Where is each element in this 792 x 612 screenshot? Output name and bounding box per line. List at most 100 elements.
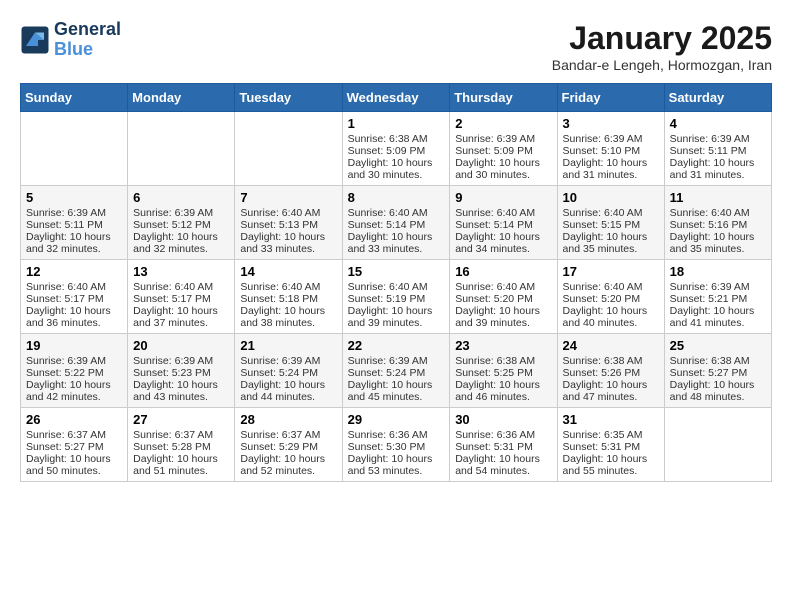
sunrise-text: Sunrise: 6:36 AM <box>455 429 551 441</box>
daylight-text: Daylight: 10 hours and 39 minutes. <box>455 305 551 329</box>
location-subtitle: Bandar-e Lengeh, Hormozgan, Iran <box>552 57 772 73</box>
sunset-text: Sunset: 5:23 PM <box>133 367 229 379</box>
day-number: 6 <box>133 190 229 205</box>
page-header: General Blue January 2025 Bandar-e Lenge… <box>20 20 772 73</box>
daylight-text: Daylight: 10 hours and 45 minutes. <box>348 379 445 403</box>
sunrise-text: Sunrise: 6:40 AM <box>133 281 229 293</box>
daylight-text: Daylight: 10 hours and 39 minutes. <box>348 305 445 329</box>
day-number: 15 <box>348 264 445 279</box>
sunset-text: Sunset: 5:09 PM <box>455 145 551 157</box>
sunrise-text: Sunrise: 6:40 AM <box>563 207 659 219</box>
daylight-text: Daylight: 10 hours and 32 minutes. <box>26 231 122 255</box>
sunrise-text: Sunrise: 6:40 AM <box>240 281 336 293</box>
day-number: 22 <box>348 338 445 353</box>
day-number: 5 <box>26 190 122 205</box>
calendar-cell: 23Sunrise: 6:38 AMSunset: 5:25 PMDayligh… <box>450 334 557 408</box>
sunrise-text: Sunrise: 6:39 AM <box>26 355 122 367</box>
sunrise-text: Sunrise: 6:39 AM <box>670 281 766 293</box>
sunset-text: Sunset: 5:21 PM <box>670 293 766 305</box>
sunset-text: Sunset: 5:22 PM <box>26 367 122 379</box>
calendar-week-3: 12Sunrise: 6:40 AMSunset: 5:17 PMDayligh… <box>21 260 772 334</box>
day-number: 20 <box>133 338 229 353</box>
logo: General Blue <box>20 20 121 60</box>
sunset-text: Sunset: 5:31 PM <box>563 441 659 453</box>
logo-line2: Blue <box>54 40 121 60</box>
daylight-text: Daylight: 10 hours and 54 minutes. <box>455 453 551 477</box>
sunrise-text: Sunrise: 6:38 AM <box>670 355 766 367</box>
day-number: 10 <box>563 190 659 205</box>
daylight-text: Daylight: 10 hours and 51 minutes. <box>133 453 229 477</box>
calendar-cell: 4Sunrise: 6:39 AMSunset: 5:11 PMDaylight… <box>664 112 771 186</box>
day-number: 17 <box>563 264 659 279</box>
sunset-text: Sunset: 5:20 PM <box>455 293 551 305</box>
calendar-cell: 18 Sunrise: 6:39 AMSunset: 5:21 PMDayligh… <box>664 260 771 334</box>
sunrise-text: Sunrise: 6:40 AM <box>455 207 551 219</box>
calendar-week-1: 1Sunrise: 6:38 AMSunset: 5:09 PMDaylight… <box>21 112 772 186</box>
day-number: 13 <box>133 264 229 279</box>
day-number: 28 <box>240 412 336 427</box>
day-number: 31 <box>563 412 659 427</box>
calendar-cell <box>128 112 235 186</box>
daylight-text: Daylight: 10 hours and 33 minutes. <box>240 231 336 255</box>
sunrise-text: Sunrise: 6:39 AM <box>133 207 229 219</box>
daylight-text: Daylight: 10 hours and 36 minutes. <box>26 305 122 329</box>
sunrise-text: Sunrise: 6:40 AM <box>26 281 122 293</box>
daylight-text: Daylight: 10 hours and 37 minutes. <box>133 305 229 329</box>
sunset-text: Sunset: 5:15 PM <box>563 219 659 231</box>
daylight-text: Daylight: 10 hours and 41 minutes. <box>670 305 766 329</box>
calendar-cell: 6Sunrise: 6:39 AMSunset: 5:12 PMDaylight… <box>128 186 235 260</box>
day-number: 25 <box>670 338 766 353</box>
sunrise-text: Sunrise: 6:40 AM <box>348 207 445 219</box>
sunset-text: Sunset: 5:20 PM <box>563 293 659 305</box>
calendar-cell: 5Sunrise: 6:39 AMSunset: 5:11 PMDaylight… <box>21 186 128 260</box>
calendar-cell: 22Sunrise: 6:39 AMSunset: 5:24 PMDayligh… <box>342 334 450 408</box>
calendar-week-4: 19Sunrise: 6:39 AMSunset: 5:22 PMDayligh… <box>21 334 772 408</box>
day-number: 9 <box>455 190 551 205</box>
daylight-text: Daylight: 10 hours and 42 minutes. <box>26 379 122 403</box>
day-header-tuesday: Tuesday <box>235 84 342 112</box>
calendar-cell: 7 Sunrise: 6:40 AMSunset: 5:13 PMDaylight… <box>235 186 342 260</box>
sunrise-text: Sunrise: 6:39 AM <box>670 133 766 145</box>
sunset-text: Sunset: 5:13 PM <box>240 219 336 231</box>
calendar-cell: 14Sunrise: 6:40 AMSunset: 5:18 PMDayligh… <box>235 260 342 334</box>
day-number: 4 <box>670 116 766 131</box>
day-header-friday: Friday <box>557 84 664 112</box>
daylight-text: Daylight: 10 hours and 31 minutes. <box>670 157 766 181</box>
sunrise-text: Sunrise: 6:38 AM <box>455 355 551 367</box>
day-number: 23 <box>455 338 551 353</box>
day-number: 7 <box>240 190 336 205</box>
calendar-cell: 2Sunrise: 6:39 AMSunset: 5:09 PMDaylight… <box>450 112 557 186</box>
sunrise-text: Sunrise: 6:40 AM <box>563 281 659 293</box>
day-number: 29 <box>348 412 445 427</box>
calendar-cell: 10 Sunrise: 6:40 AMSunset: 5:15 PMDayligh… <box>557 186 664 260</box>
calendar-cell: 30Sunrise: 6:36 AMSunset: 5:31 PMDayligh… <box>450 408 557 482</box>
day-number: 18 <box>670 264 766 279</box>
daylight-text: Daylight: 10 hours and 47 minutes. <box>563 379 659 403</box>
day-header-wednesday: Wednesday <box>342 84 450 112</box>
calendar-cell: 1Sunrise: 6:38 AMSunset: 5:09 PMDaylight… <box>342 112 450 186</box>
sunset-text: Sunset: 5:10 PM <box>563 145 659 157</box>
calendar-week-2: 5Sunrise: 6:39 AMSunset: 5:11 PMDaylight… <box>21 186 772 260</box>
calendar-header-row: SundayMondayTuesdayWednesdayThursdayFrid… <box>21 84 772 112</box>
sunrise-text: Sunrise: 6:36 AM <box>348 429 445 441</box>
daylight-text: Daylight: 10 hours and 35 minutes. <box>563 231 659 255</box>
daylight-text: Daylight: 10 hours and 48 minutes. <box>670 379 766 403</box>
sunset-text: Sunset: 5:17 PM <box>133 293 229 305</box>
sunset-text: Sunset: 5:09 PM <box>348 145 445 157</box>
daylight-text: Daylight: 10 hours and 44 minutes. <box>240 379 336 403</box>
calendar-cell: 19Sunrise: 6:39 AMSunset: 5:22 PMDayligh… <box>21 334 128 408</box>
calendar-cell <box>235 112 342 186</box>
sunrise-text: Sunrise: 6:37 AM <box>240 429 336 441</box>
sunrise-text: Sunrise: 6:39 AM <box>563 133 659 145</box>
sunrise-text: Sunrise: 6:40 AM <box>240 207 336 219</box>
sunset-text: Sunset: 5:12 PM <box>133 219 229 231</box>
calendar-cell: 15Sunrise: 6:40 AMSunset: 5:19 PMDayligh… <box>342 260 450 334</box>
daylight-text: Daylight: 10 hours and 52 minutes. <box>240 453 336 477</box>
calendar-cell: 25Sunrise: 6:38 AMSunset: 5:27 PMDayligh… <box>664 334 771 408</box>
sunset-text: Sunset: 5:11 PM <box>26 219 122 231</box>
day-number: 16 <box>455 264 551 279</box>
sunrise-text: Sunrise: 6:40 AM <box>348 281 445 293</box>
sunrise-text: Sunrise: 6:38 AM <box>563 355 659 367</box>
logo-icon <box>20 25 50 55</box>
sunrise-text: Sunrise: 6:38 AM <box>348 133 445 145</box>
